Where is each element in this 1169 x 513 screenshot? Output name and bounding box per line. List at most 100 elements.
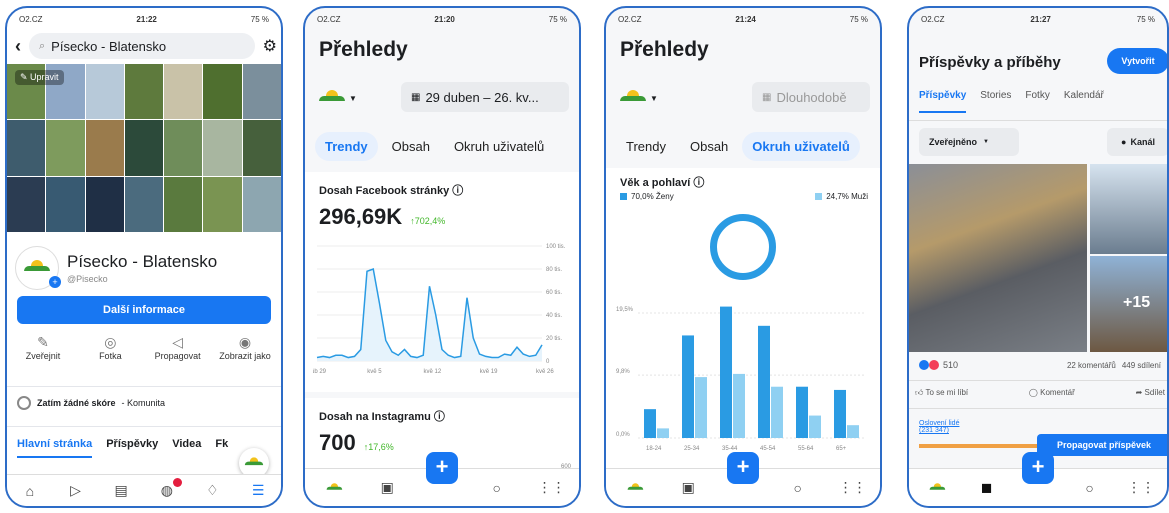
y-tick-label: 19,5% <box>616 307 634 313</box>
tab-calendar[interactable]: Kalendář <box>1064 90 1104 113</box>
x-tick-label: kvě 12 <box>424 369 442 375</box>
age-gender-card: Věk a pohlaví ⓘ 70,0% Ženy 24,7% Muži 19… <box>606 168 880 478</box>
camera-badge-icon[interactable]: + <box>49 276 61 288</box>
share-button[interactable]: ➦ Sdílet <box>1136 388 1165 398</box>
photo-action[interactable]: ◎ Fotka <box>80 334 140 361</box>
more-photos-label[interactable]: +15 <box>1123 294 1150 312</box>
create-button[interactable]: + <box>727 452 759 484</box>
legend-men: 24,7% Muži <box>815 192 868 201</box>
x-tick-label: úb 29 <box>313 369 327 375</box>
bell-icon[interactable]: ♢ <box>203 482 221 500</box>
status-bar: O2.CZ 21:20 75 % <box>317 14 567 24</box>
create-button[interactable]: + <box>426 452 458 484</box>
tab-content[interactable]: Obsah <box>382 132 440 161</box>
status-bar: O2.CZ 21:24 75 % <box>618 14 868 24</box>
reactions-row[interactable]: 510 <box>919 360 958 370</box>
bar-men <box>733 373 745 438</box>
tab-audience[interactable]: Okruh uživatelů <box>444 132 554 161</box>
bottom-nav: ⌂ ▷ ▤ ◍ ♢ ☰ <box>7 474 281 506</box>
x-tick-label: 65+ <box>836 446 847 452</box>
tab-videos[interactable]: Videa <box>172 438 201 458</box>
tab-trends[interactable]: Trendy <box>616 132 676 161</box>
score-row[interactable]: Zatím žádné skóre - Komunita <box>17 396 165 410</box>
page-logo-icon[interactable] <box>624 479 644 497</box>
tab-stories[interactable]: Stories <box>980 90 1011 113</box>
age-title: Věk a pohlaví ⓘ <box>620 177 705 189</box>
facebook-icon: ● <box>1121 137 1127 147</box>
bar-women <box>834 389 846 438</box>
search-input[interactable]: ⌕ Písecko - Blatensko <box>29 33 255 59</box>
y-tick-label: 9,8% <box>616 369 630 375</box>
posts-icon[interactable]: ▣ <box>679 479 697 497</box>
tab-trends[interactable]: Trendy <box>315 132 378 161</box>
marketplace-icon[interactable]: ▤ <box>112 482 130 500</box>
posts-icon[interactable]: ◼ <box>977 479 995 497</box>
page-logo-icon[interactable] <box>926 479 945 497</box>
chat-icon[interactable]: ○ <box>1081 479 1099 497</box>
groups-icon[interactable]: ◍ <box>158 477 182 500</box>
reach-value: 296,69K <box>319 204 403 229</box>
phone-insights-trends: O2.CZ 21:20 75 % Přehledy ▼ ▦ 29 duben – 26… <box>303 6 581 508</box>
y-tick-label: 60 tis. <box>546 290 562 296</box>
channel-button[interactable]: ● Kanál <box>1107 128 1167 156</box>
tab-more[interactable]: Fk <box>215 438 228 458</box>
page-switcher[interactable]: ▼ <box>319 90 357 106</box>
tab-posts[interactable]: Příspěvky <box>919 90 967 113</box>
more-info-button[interactable]: Další informace <box>17 296 271 324</box>
publish-action[interactable]: ✎ Zveřejnit <box>13 334 73 361</box>
y-tick-label: 20 tis. <box>546 336 562 342</box>
like-button[interactable]: 👍︎ To se mi líbí <box>915 388 968 398</box>
create-post-button[interactable]: Vytvořit <box>1107 48 1167 74</box>
y-tick-label: 40 tis. <box>546 313 562 319</box>
status-bar: O2.CZ 21:22 75 % <box>7 8 281 30</box>
grid-menu-icon[interactable]: ⋮⋮ <box>538 479 566 497</box>
page-handle: @Pisecko <box>67 274 108 284</box>
tab-posts[interactable]: Příspěvky <box>106 438 158 458</box>
comment-button[interactable]: ◯ Komentář <box>1029 388 1075 398</box>
tab-photos[interactable]: Fotky <box>1025 90 1049 113</box>
bar-women <box>644 409 656 438</box>
filter-dropdown[interactable]: Zveřejněno ▼ <box>919 128 1019 156</box>
x-tick-label: 55-64 <box>798 446 814 452</box>
posts-icon[interactable]: ▣ <box>378 479 396 497</box>
chat-icon[interactable]: ○ <box>789 479 807 497</box>
camera-icon: ◎ <box>104 334 117 350</box>
calendar-icon: ▦ <box>411 91 421 103</box>
x-tick-label: kvě 5 <box>367 369 382 375</box>
calendar-icon: ▦ <box>762 91 772 103</box>
back-icon[interactable]: ‹ <box>15 36 21 57</box>
cover-photo <box>7 64 281 232</box>
tab-home[interactable]: Hlavní stránka <box>17 438 93 458</box>
chat-icon[interactable]: ○ <box>488 479 506 497</box>
home-icon[interactable]: ⌂ <box>21 482 39 500</box>
shares-count[interactable]: 449 sdílení <box>1122 361 1161 370</box>
page-logo-icon[interactable] <box>323 479 343 497</box>
tab-content[interactable]: Obsah <box>680 132 738 161</box>
grid-menu-icon[interactable]: ⋮⋮ <box>839 479 867 497</box>
date-range-button[interactable]: ▦ 29 duben – 26. kv... <box>401 82 569 112</box>
donut-chart <box>710 214 776 280</box>
menu-icon[interactable]: ☰ <box>249 482 267 500</box>
view-as-action[interactable]: ◉ Zobrazit jako <box>215 334 275 361</box>
video-icon[interactable]: ▷ <box>66 482 84 500</box>
period-button[interactable]: ▦ Dlouhodobě <box>752 82 870 112</box>
create-button[interactable]: + <box>1022 452 1054 484</box>
grid-menu-icon[interactable]: ⋮⋮ <box>1127 479 1155 497</box>
boost-post-button[interactable]: Propagovat příspěvek <box>1037 434 1167 456</box>
page-title: Příspěvky a příběhy <box>919 54 1061 71</box>
reach-line-chart: 100 tis. 80 tis. 60 tis. 40 tis. 20 tis. 0 úb … <box>313 244 566 375</box>
edit-cover-button[interactable]: ✎ Upravit <box>15 70 64 85</box>
search-icon: ⌕ <box>39 39 46 52</box>
gear-icon[interactable]: ⚙ <box>263 36 277 56</box>
tab-audience[interactable]: Okruh uživatelů <box>742 132 860 161</box>
bar-men <box>809 415 821 438</box>
promote-action[interactable]: ◁ Propagovat <box>148 334 208 361</box>
page-switcher[interactable]: ▼ <box>620 90 658 106</box>
x-tick-label: 18-24 <box>646 446 662 452</box>
reached-people[interactable]: Oslovení lidé (231 347) <box>919 420 959 434</box>
notification-badge <box>172 477 182 487</box>
comments-count[interactable]: 22 komentářů <box>1067 361 1116 370</box>
page-name: Písecko - Blatensko <box>67 252 218 271</box>
post-image-top-right <box>1090 164 1167 254</box>
carrier: O2.CZ <box>19 14 43 24</box>
